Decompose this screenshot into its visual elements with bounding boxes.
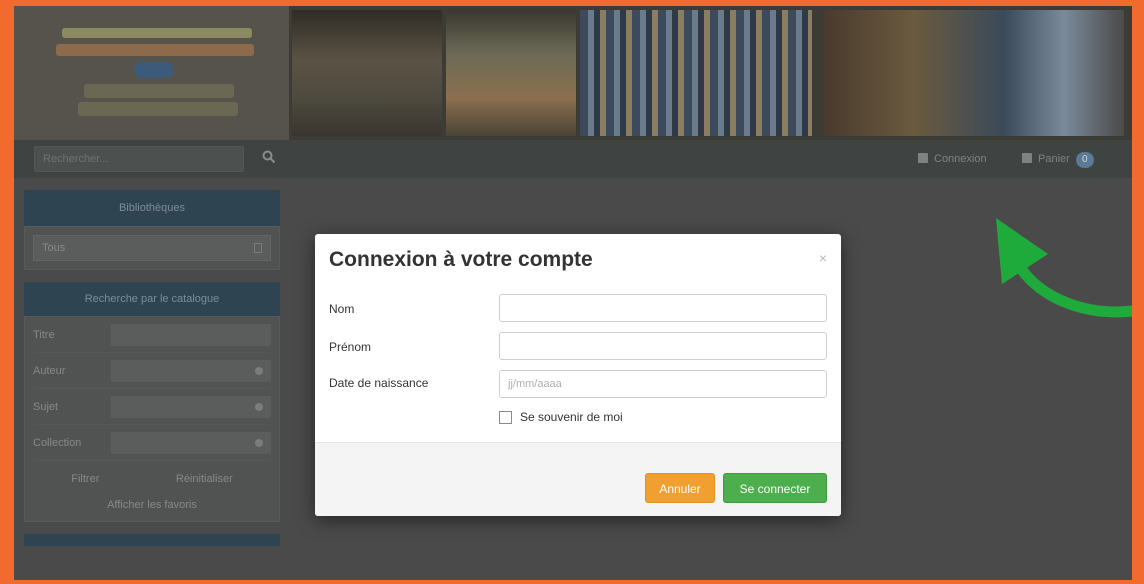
cart-label: Panier [1038,153,1070,165]
app-frame: Rechercher... Connexion Panier 0 Biblioth… [14,6,1132,580]
title-field[interactable] [111,323,271,346]
remember-me[interactable]: Se souvenir de moi [499,410,623,424]
login-button[interactable]: Connexion [918,150,987,168]
modal-footer: Annuler Se connecter [315,442,841,516]
dropdown-icon [255,438,263,447]
cart-count-badge: 0 [1075,152,1094,168]
cart-button[interactable]: Panier 0 [1022,150,1094,168]
row-label: Auteur [33,364,66,377]
login-modal: Connexion à votre compte × Nom Prénom Da… [315,234,841,516]
arrow-annotation-icon [996,218,1132,318]
reset-button[interactable]: Réinitialiser [176,473,233,485]
search-icon[interactable] [262,150,278,166]
last-name-field[interactable] [499,294,827,322]
search-input[interactable]: Rechercher... [34,146,244,172]
close-icon[interactable]: × [819,250,827,266]
nav-bar: Rechercher... Connexion Panier 0 [14,140,1132,178]
first-name-label: Prénom [329,340,372,354]
library-select[interactable]: Tous [33,235,271,261]
remember-label: Se souvenir de moi [520,410,623,424]
dropdown-icon [255,366,263,375]
catalog-row-author: Auteur [33,353,271,389]
sidebar-footer-bar [24,534,280,546]
cart-icon [1022,153,1032,163]
modal-title: Connexion à votre compte [329,248,593,271]
library-panel-title: Bibliothèques [24,190,280,226]
catalog-panel: Titre Auteur Sujet Collection Filtrer Ré… [24,316,280,522]
last-name-label: Nom [329,302,355,316]
banner-image [824,10,1124,136]
logo[interactable] [14,6,289,140]
catalog-row-subject: Sujet [33,389,271,425]
subject-field[interactable] [111,395,271,418]
first-name-field[interactable] [499,332,827,360]
library-panel: Tous [24,226,280,270]
row-label: Titre [33,328,55,341]
chevron-down-icon [254,243,262,253]
dropdown-icon [255,402,263,411]
catalog-row-collection: Collection [33,425,271,461]
catalog-panel-title: Recherche par le catalogue [24,282,280,316]
favorites-link[interactable]: Afficher les favoris [33,493,271,521]
catalog-row-title: Titre [33,317,271,353]
user-icon [918,153,928,163]
collection-field[interactable] [111,431,271,454]
author-field[interactable] [111,359,271,382]
filter-button[interactable]: Filtrer [71,473,99,485]
login-label: Connexion [934,153,987,165]
banner-image [446,10,576,136]
library-select-value: Tous [42,242,66,254]
cancel-button[interactable]: Annuler [645,473,715,503]
header [14,6,1132,140]
banner-image [580,10,812,136]
sidebar: Bibliothèques Tous Recherche par le cata… [24,190,280,580]
birthdate-label: Date de naissance [329,376,429,390]
birthdate-field[interactable]: jj/mm/aaaa [499,370,827,398]
row-label: Sujet [33,400,59,413]
banner-image [292,10,442,136]
remember-checkbox[interactable] [499,410,512,424]
row-label: Collection [33,436,82,449]
login-submit-button[interactable]: Se connecter [723,473,827,503]
